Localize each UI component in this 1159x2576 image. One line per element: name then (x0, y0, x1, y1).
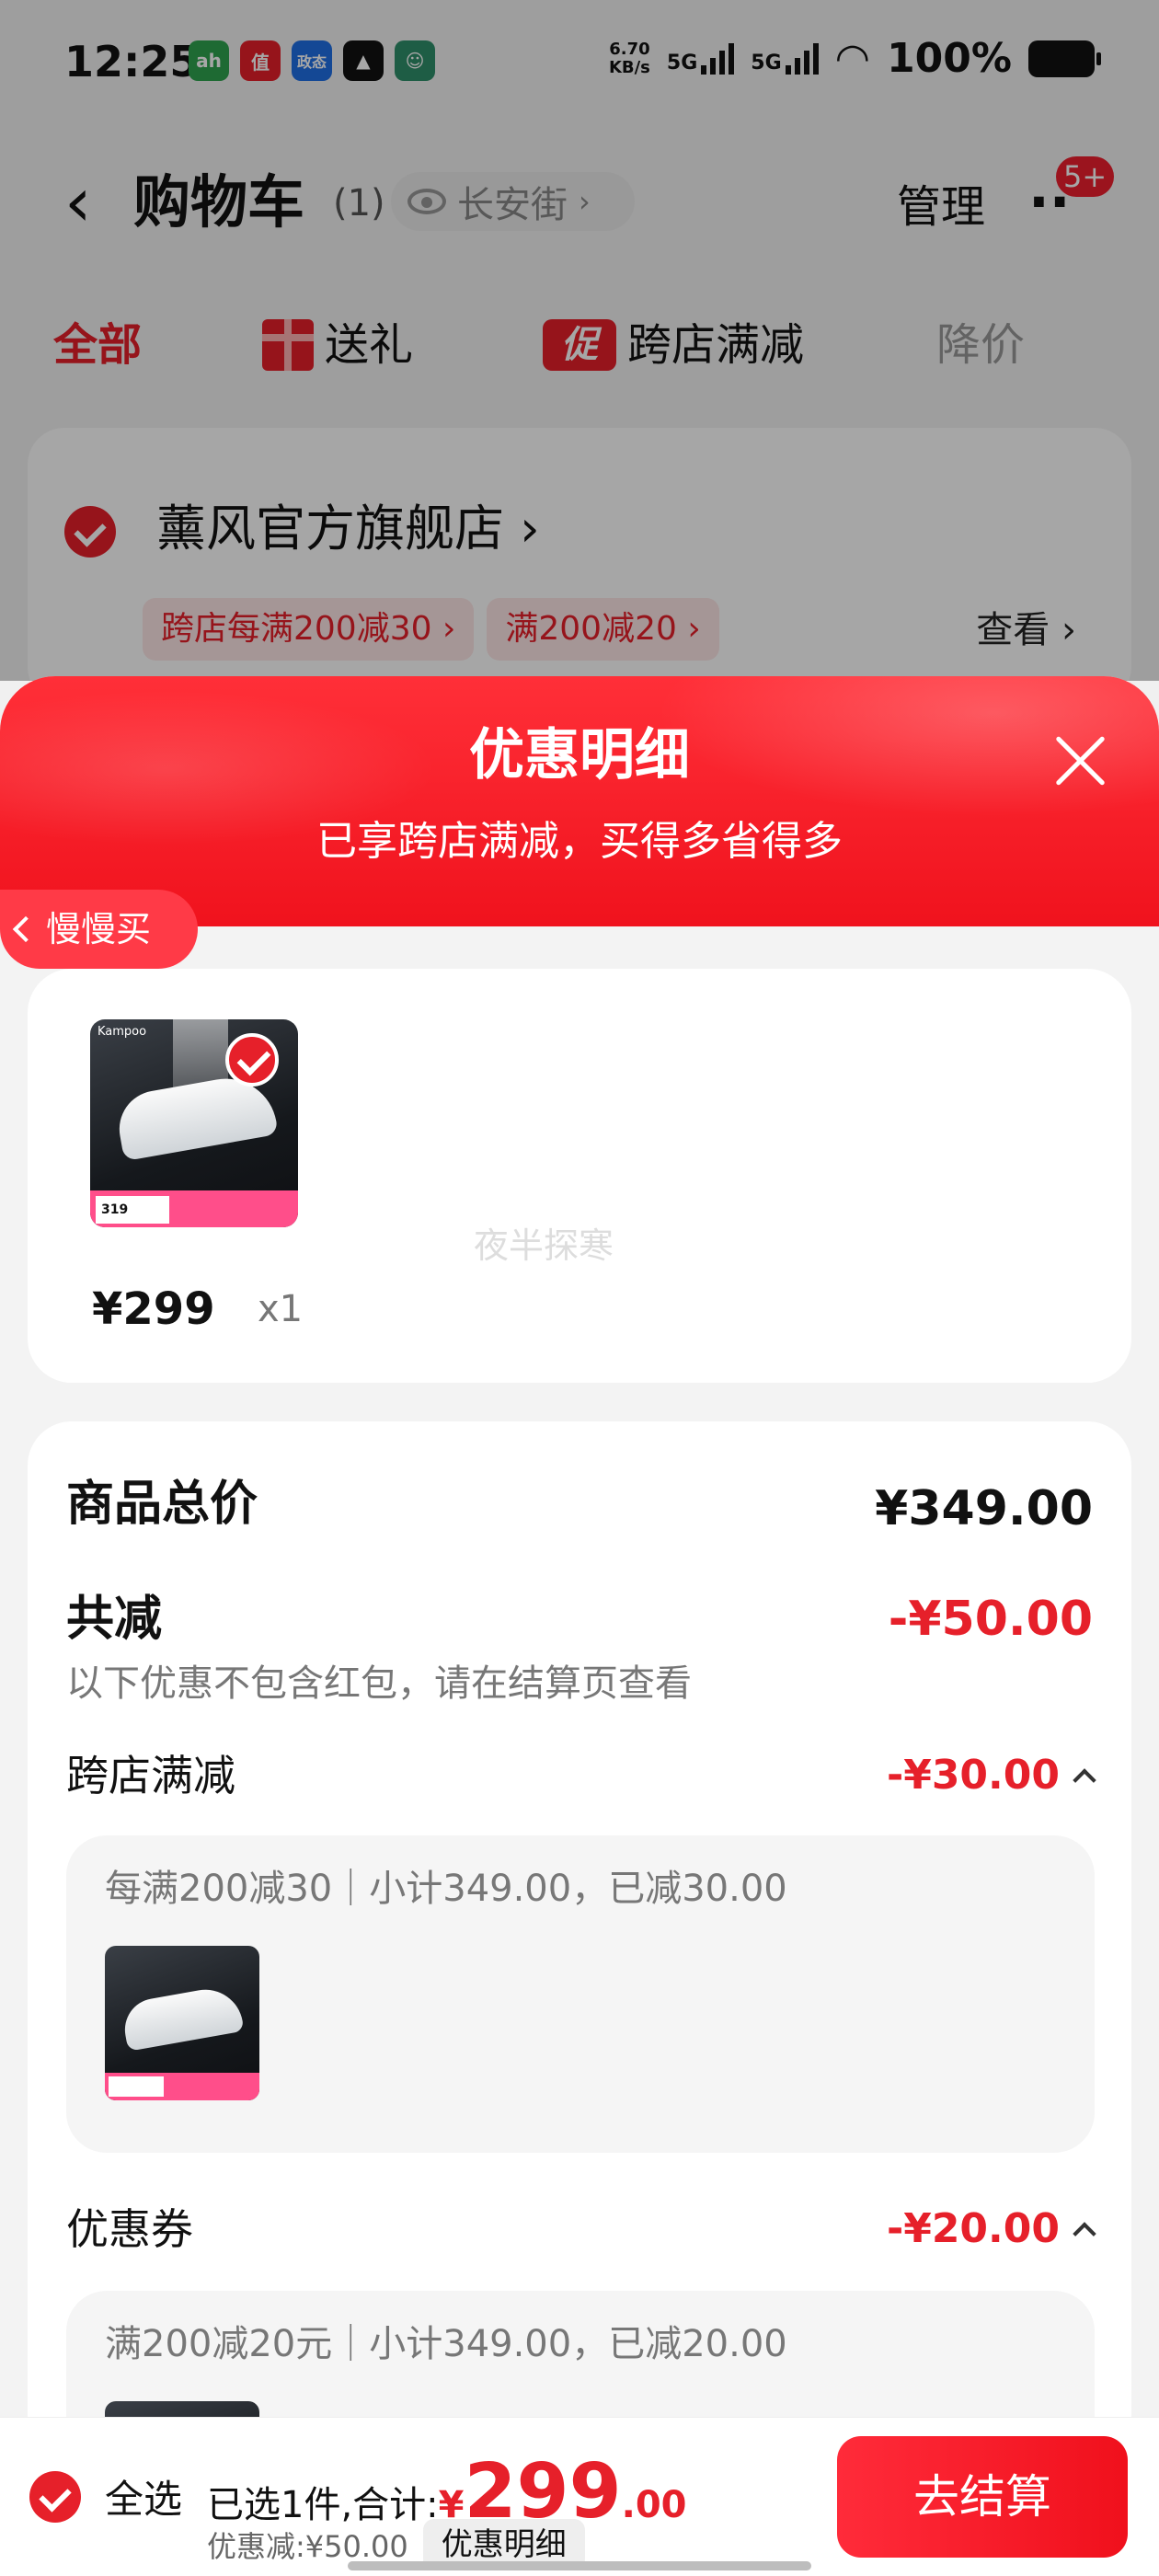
watermark: 夜半探寒 (474, 1225, 614, 1266)
product-thumbnail[interactable] (105, 1946, 259, 2100)
product-price: ¥299 (92, 1283, 215, 1335)
cross-store-toggle[interactable]: -¥30.00 (886, 1743, 1096, 1808)
sheet-header: 优惠明细 已享跨店满减，买得多省得多 (0, 676, 1159, 926)
total-decimal: .00 (621, 2484, 687, 2526)
coupon-detail-text: 满200减20元｜小计349.00，已减20.00 (105, 2323, 787, 2365)
product-thumb-price: 319 (96, 1196, 169, 1224)
discount-amount: 优惠减:¥50.00 (207, 2529, 408, 2564)
close-icon[interactable] (1050, 731, 1109, 790)
total-value: ¥349.00 (875, 1481, 1093, 1536)
cross-store-detail-text: 每满200减30｜小计349.00，已减30.00 (105, 1868, 787, 1910)
checkout-bar: 全选 已选1件,合计: ¥ 299 .00 优惠减:¥50.00 优惠明细 去结… (0, 2417, 1159, 2576)
select-all-label: 全选 (105, 2477, 183, 2522)
checkout-button[interactable]: 去结算 (837, 2436, 1128, 2558)
discount-detail-sheet: 优惠明细 已享跨店满减，买得多省得多 Kampoo 319 ¥299 x1 夜半… (0, 676, 1159, 2576)
product-brand: Kampoo (98, 1025, 147, 1039)
slow-buy-button[interactable]: 慢慢买 (0, 890, 198, 969)
home-indicator (348, 2561, 811, 2570)
product-card: Kampoo 319 ¥299 x1 夜半探寒 (28, 969, 1131, 1383)
coupon-label: 优惠券 (66, 2204, 193, 2254)
dim-overlay[interactable] (0, 0, 1159, 681)
product-quantity: x1 (258, 1288, 304, 1330)
select-all-checkbox[interactable] (29, 2470, 81, 2523)
cross-store-value: -¥30.00 (886, 1752, 1060, 1799)
product-selected-check (225, 1033, 279, 1087)
cross-store-label: 跨店满减 (66, 1751, 235, 1800)
chevron-up-icon (1073, 2222, 1096, 2246)
select-all-toggle[interactable]: 全选 (29, 2468, 182, 2524)
sheet-subtitle: 已享跨店满减，买得多省得多 (316, 818, 843, 865)
coupon-toggle[interactable]: -¥20.00 (886, 2197, 1096, 2261)
sheet-title: 优惠明细 (469, 723, 690, 788)
chevron-left-icon (12, 915, 40, 943)
total-label: 商品总价 (66, 1477, 258, 1532)
chevron-up-icon (1073, 1768, 1096, 1792)
cross-store-detail: 每满200减30｜小计349.00，已减30.00 (66, 1835, 1095, 2153)
discount-value: -¥50.00 (888, 1592, 1093, 1647)
coupon-value: -¥20.00 (886, 2205, 1060, 2252)
price-detail-card: 商品总价 ¥349.00 共减 -¥50.00 以下优惠不包含红包，请在结算页查… (28, 1421, 1131, 2576)
slow-buy-label: 慢慢买 (46, 909, 152, 949)
discount-note: 以下优惠不包含红包，请在结算页查看 (66, 1662, 692, 1705)
discount-label: 共减 (66, 1592, 163, 1647)
